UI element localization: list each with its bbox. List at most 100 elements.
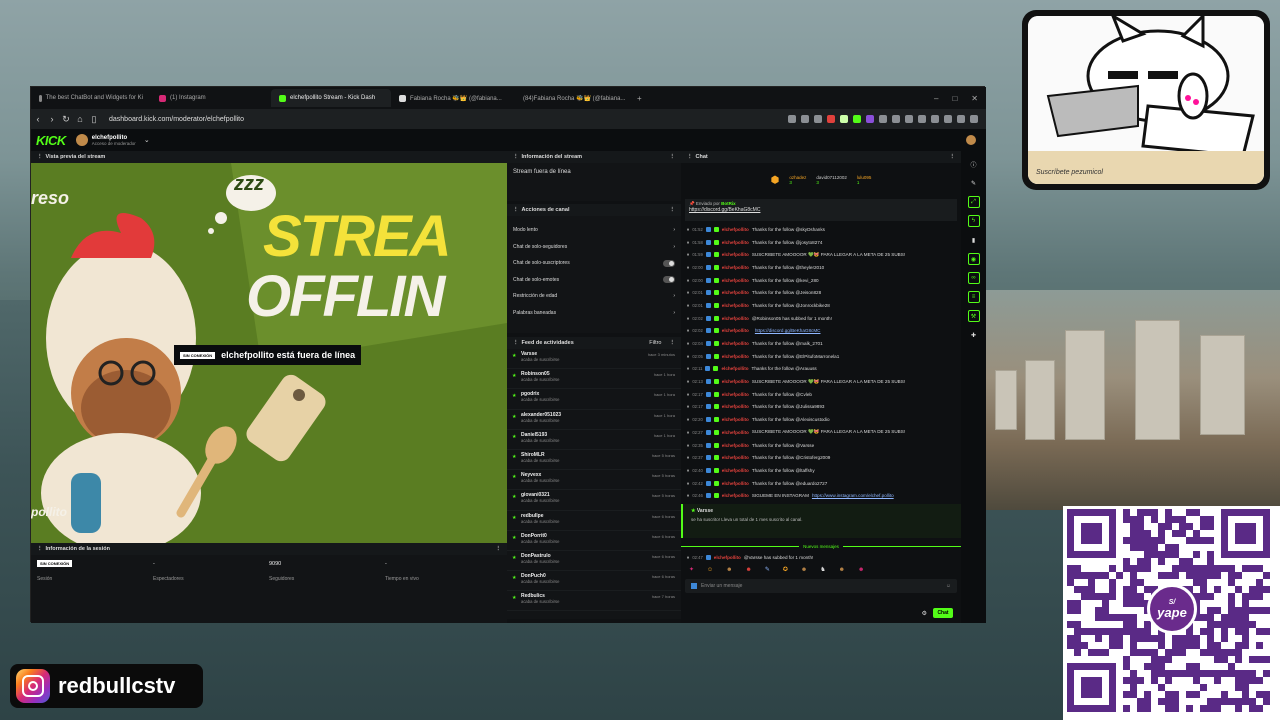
extension-icon[interactable] bbox=[918, 115, 926, 123]
emote-icon[interactable]: ☻ bbox=[801, 567, 807, 573]
message-username[interactable]: elchefpollito bbox=[722, 227, 749, 232]
emote-icon[interactable]: ☻ bbox=[746, 567, 752, 573]
chat-message[interactable]: ⏸ 02:27 elchefpollito SUSCRIBETE AMOOOOR 💚😻… bbox=[687, 426, 955, 439]
star-icon[interactable] bbox=[814, 115, 822, 123]
zoom-icon[interactable] bbox=[788, 115, 796, 123]
message-username[interactable]: elchefpollito bbox=[722, 316, 749, 321]
message-username[interactable]: elchefpollito bbox=[722, 379, 749, 384]
pause-icon[interactable]: ⏸ bbox=[687, 252, 689, 257]
bookmark-icon[interactable]: ▯ bbox=[87, 114, 101, 125]
emote-icon[interactable]: ☻ bbox=[858, 567, 864, 573]
pin-icon[interactable]: ⏸ bbox=[687, 555, 689, 560]
message-username[interactable]: elchefpollito bbox=[722, 303, 749, 308]
action-banned-words[interactable]: Palabras baneadas › bbox=[507, 305, 681, 322]
url-field[interactable]: dashboard.kick.com/moderator/elchefpolli… bbox=[109, 112, 788, 126]
puzzle-icon[interactable]: ✚ bbox=[968, 329, 980, 341]
chat-message[interactable]: ⏸ 02:01 elchefpollito Thanks for the follow… bbox=[687, 299, 955, 312]
emote-icon[interactable]: ☻ bbox=[839, 567, 845, 573]
pause-icon[interactable]: ⏸ bbox=[687, 290, 689, 295]
move-handle-icon[interactable]: ⋮ bbox=[37, 546, 43, 552]
emote-picker-icon[interactable]: ☺ bbox=[946, 583, 951, 589]
action-slow-mode[interactable]: Modo lento › bbox=[507, 222, 681, 239]
message-username[interactable]: elchefpollito bbox=[722, 392, 749, 397]
layers-icon[interactable]: ≡ bbox=[967, 291, 980, 303]
action-age-restriction[interactable]: Restricción de edad › bbox=[507, 288, 681, 305]
extension-icon[interactable] bbox=[840, 115, 848, 123]
chat-message[interactable]: ⏸ 02:47 elchefpollito @Varsse has subbed fo… bbox=[687, 551, 955, 564]
chat-message[interactable]: ⏸ 02:37 elchefpollito Thanks for the follow… bbox=[687, 451, 955, 464]
feed-item[interactable]: ★ Varsse acaba de suscribirse hace 3 minuto… bbox=[507, 349, 681, 370]
move-handle-icon[interactable]: ⋮ bbox=[513, 154, 519, 160]
message-username[interactable]: elchefpollito bbox=[722, 328, 749, 333]
move-handle-icon[interactable]: ⋮ bbox=[513, 340, 519, 346]
message-username[interactable]: elchefpollito bbox=[722, 252, 749, 257]
edit-icon[interactable]: ✎ bbox=[968, 177, 980, 189]
chat-message[interactable]: ⏸ 02:17 elchefpollito Thanks for the follow… bbox=[687, 401, 955, 414]
feed-item[interactable]: ★ DonPastrulo acaba de suscribirse hace 6 h… bbox=[507, 551, 681, 572]
feed-item[interactable]: ★ Neyvexx acaba de suscribirse hace 5 horas bbox=[507, 470, 681, 491]
message-username[interactable]: elchefpollito bbox=[722, 443, 749, 448]
user-avatar[interactable] bbox=[966, 135, 976, 145]
message-link[interactable]: https://www.instagram.com/elchef.pollito bbox=[812, 493, 894, 498]
feed-item[interactable]: ★ ShiroMLR acaba de suscribirse hace 5 hora… bbox=[507, 450, 681, 471]
feed-item[interactable]: ★ alexander051023 acaba de suscribirse hace… bbox=[507, 410, 681, 430]
lightning-icon[interactable]: ϟ bbox=[967, 215, 980, 227]
chat-message[interactable]: ⏸ 02:00 elchefpollito Thanks for the follow… bbox=[687, 274, 955, 287]
chat-input[interactable]: Enviar un mensaje ☺ bbox=[685, 578, 957, 593]
extension-icon[interactable] bbox=[879, 115, 887, 123]
more-options-icon[interactable]: ⋮ bbox=[496, 546, 502, 552]
expand-icon[interactable]: ⤢ bbox=[967, 196, 980, 208]
subscribers-only-toggle[interactable] bbox=[663, 259, 675, 267]
pause-icon[interactable]: ⏸ bbox=[687, 493, 689, 498]
pause-icon[interactable]: ⏸ bbox=[687, 240, 689, 245]
emotes-only-toggle[interactable] bbox=[663, 276, 675, 284]
emote-icon[interactable]: ☺ bbox=[707, 567, 713, 573]
emote-icon[interactable]: ♞ bbox=[820, 566, 825, 573]
info-icon[interactable]: ⓘ bbox=[968, 158, 980, 170]
pinned-link[interactable]: https://discord.gg/BeKhaG8cMC bbox=[689, 207, 953, 213]
pause-icon[interactable]: ⏸ bbox=[687, 316, 689, 321]
extension-icon[interactable] bbox=[892, 115, 900, 123]
settings-icon[interactable]: ⚙ bbox=[922, 610, 927, 617]
chat-message[interactable]: ⏸ 02:35 elchefpollito Thanks for the follow… bbox=[687, 439, 955, 452]
chevron-down-icon[interactable]: ⌄ bbox=[144, 136, 150, 144]
chat-message[interactable]: ⏸ 02:42 elchefpollito Thanks for the follow… bbox=[687, 477, 955, 490]
new-tab-button[interactable]: + bbox=[631, 94, 648, 103]
chat-message[interactable]: ⏸ 02:02 elchefpollito https://discord.gg/Be… bbox=[687, 325, 955, 338]
chat-message[interactable]: ⏸ 02:11 elchefpollito Thanks for the follow… bbox=[687, 363, 955, 376]
tab-kick-dashboard[interactable]: elchefpollito Stream - Kick Dash bbox=[271, 89, 391, 107]
more-options-icon[interactable]: ⋮ bbox=[670, 207, 676, 213]
feed-item[interactable]: ★ DonPuch0 acaba de suscribirse hace 6 hora… bbox=[507, 571, 681, 592]
reload-icon[interactable]: ↻ bbox=[59, 114, 73, 125]
maximize-icon[interactable]: □ bbox=[952, 94, 957, 103]
more-options-icon[interactable]: ⋮ bbox=[950, 154, 956, 160]
message-username[interactable]: elchefpollito bbox=[722, 417, 749, 422]
home-icon[interactable]: ⌂ bbox=[73, 114, 87, 124]
chat-message[interactable]: ⏸ 02:00 elchefpollito Thanks for the follow… bbox=[687, 261, 955, 274]
message-username[interactable]: elchefpollito bbox=[722, 404, 749, 409]
pause-icon[interactable]: ⏸ bbox=[687, 341, 689, 346]
move-handle-icon[interactable]: ⋮ bbox=[37, 154, 43, 160]
download-icon[interactable] bbox=[957, 115, 965, 123]
action-followers-only[interactable]: Chat de solo-seguidores › bbox=[507, 239, 681, 256]
message-username[interactable]: elchefpollito bbox=[722, 240, 749, 245]
pause-icon[interactable]: ⏸ bbox=[687, 404, 689, 409]
message-username[interactable]: elchefpollito bbox=[722, 290, 749, 295]
chat-message[interactable]: ⏸ 02:01 elchefpollito Thanks for the follow… bbox=[687, 286, 955, 299]
feed-item[interactable]: ★ DonPorrit0 acaba de suscribirse hace 6 ho… bbox=[507, 531, 681, 551]
message-username[interactable]: elchefpollito bbox=[722, 354, 749, 359]
message-username[interactable]: elchefpollito bbox=[722, 455, 749, 460]
chat-message[interactable]: ⏸ 01:58 elchefpollito Thanks for the follow… bbox=[687, 236, 955, 249]
pause-icon[interactable]: ⏸ bbox=[687, 481, 689, 486]
chat-icon[interactable]: ◉ bbox=[967, 253, 980, 265]
pause-icon[interactable]: ⏸ bbox=[687, 303, 689, 308]
feed-item[interactable]: ★ Daniel5193 acaba de suscribirse hace 1 ho… bbox=[507, 430, 681, 450]
share-icon[interactable] bbox=[801, 115, 809, 123]
emote-icon[interactable]: ☻ bbox=[726, 567, 732, 573]
chat-message[interactable]: ⏸ 02:40 elchefpollito Thanks for the follow… bbox=[687, 464, 955, 477]
message-username[interactable]: elchefpollito bbox=[722, 493, 749, 498]
chat-message[interactable]: ⏸ 02:17 elchefpollito Thanks for the follow… bbox=[687, 388, 955, 401]
message-username[interactable]: elchefpollito bbox=[722, 278, 749, 283]
chat-message[interactable]: ⏸ 02:20 elchefpollito Thanks for the follow… bbox=[687, 413, 955, 426]
chat-message[interactable]: ⏸ 02:02 elchefpollito @Robinson05 has subbe… bbox=[687, 312, 955, 325]
